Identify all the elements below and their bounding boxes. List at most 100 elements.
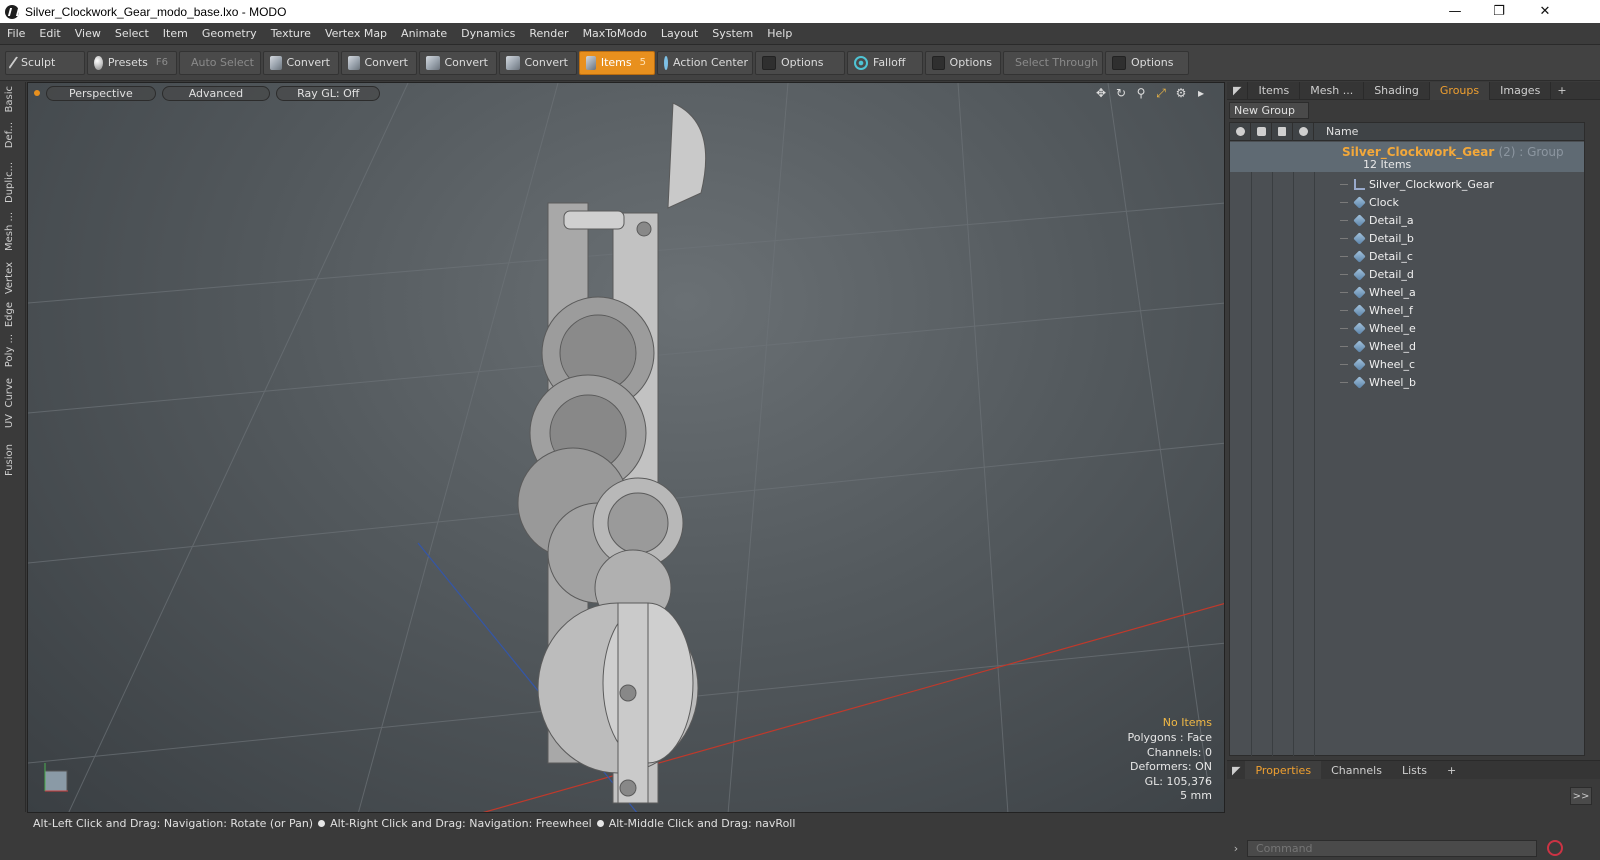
presets-button[interactable]: Presets F6 [87,50,177,75]
tab-channels[interactable]: Channels [1321,764,1392,777]
list-item[interactable]: Wheel_a [1340,286,1416,299]
tab-curve[interactable]: Curve [4,378,22,408]
record-macro-icon[interactable] [1547,840,1563,856]
sculpt-button[interactable]: Sculpt [5,50,85,75]
tab-mesh[interactable]: Mesh ... [1300,81,1365,100]
tab-fusion[interactable]: Fusion [4,444,22,476]
list-item[interactable]: Detail_a [1340,214,1414,227]
menu-render[interactable]: Render [522,27,575,40]
checkbox-icon [762,55,776,70]
menu-geometry[interactable]: Geometry [195,27,264,40]
list-item[interactable]: Wheel_d [1340,340,1416,353]
tab-deform[interactable]: Def... [4,122,22,148]
tab-lists[interactable]: Lists [1392,764,1437,777]
panel-menu-icon[interactable]: ◤ [1227,764,1245,777]
3d-viewport[interactable]: Perspective Advanced Ray GL: Off ✥ ↻ ⚲ ⤢… [27,82,1225,813]
menu-vertex-map[interactable]: Vertex Map [318,27,394,40]
command-input[interactable] [1247,839,1537,857]
tab-images[interactable]: Images [1490,81,1552,100]
view-type-dropdown[interactable]: Perspective [46,85,156,101]
menu-layout[interactable]: Layout [654,27,705,40]
new-group-button[interactable]: New Group [1229,102,1309,119]
mesh-icon [1353,232,1366,245]
list-item[interactable]: Detail_d [1340,268,1414,281]
list-item[interactable]: Wheel_f [1340,304,1413,317]
expand-arrow-icon[interactable]: ▸ [1194,86,1208,100]
name-column-header[interactable]: Name [1314,125,1358,138]
menu-texture[interactable]: Texture [264,27,318,40]
menu-system[interactable]: System [705,27,760,40]
raygl-toggle[interactable]: Ray GL: Off [276,85,381,101]
tab-duplicate[interactable]: Duplic... [4,162,22,203]
render-column[interactable] [1251,122,1272,141]
tab-basic[interactable]: Basic [4,86,22,112]
add-tab-icon[interactable]: + [1437,764,1466,777]
channels-info: Channels: 0 [1146,745,1212,759]
falloff-button[interactable]: Falloff [847,50,923,75]
convert-button-3[interactable]: Convert [419,50,497,75]
minimize-button[interactable]: — [1432,0,1478,23]
convert-button-2[interactable]: Convert [341,50,417,75]
list-item[interactable]: Clock [1340,196,1399,209]
panel-tabs: ◤ Items Mesh ... Shading Groups Images + [1227,81,1600,100]
tab-uv[interactable]: UV [4,414,22,428]
convert-button-1[interactable]: Convert [263,50,339,75]
eye-icon [1235,127,1245,136]
tab-edge[interactable]: Edge [4,302,22,327]
list-item[interactable]: Silver_Clockwork_Gear [1340,178,1494,191]
menu-view[interactable]: View [68,27,108,40]
convert-button-4[interactable]: Convert [499,50,577,75]
options-button-1[interactable]: Options [755,50,845,75]
select-through-button[interactable]: Select Through [1003,50,1103,75]
tab-shading[interactable]: Shading [1364,81,1430,100]
rotate-view-icon[interactable]: ↻ [1114,86,1128,100]
add-tab-icon[interactable]: + [1551,82,1572,100]
tab-properties[interactable]: Properties [1245,761,1322,779]
list-item[interactable]: Detail_b [1340,232,1414,245]
menu-item[interactable]: Item [156,27,195,40]
tab-vertex[interactable]: Vertex [4,262,22,294]
move-view-icon[interactable]: ✥ [1094,86,1108,100]
menu-select[interactable]: Select [108,27,156,40]
tab-polygon[interactable]: Poly ... [4,334,22,367]
menu-dynamics[interactable]: Dynamics [454,27,522,40]
action-center-button[interactable]: Action Center [657,50,753,75]
shading-dropdown[interactable]: Advanced [161,85,271,101]
viewport-menu-dot[interactable] [34,90,40,96]
zoom-view-icon[interactable]: ⚲ [1134,86,1148,100]
menu-file[interactable]: File [0,27,32,40]
expand-properties-button[interactable]: >> [1570,787,1592,805]
menu-maxtomodo[interactable]: MaxToModo [576,27,654,40]
menu-edit[interactable]: Edit [32,27,67,40]
auto-select-button[interactable]: Auto Select [179,50,261,75]
maximize-button[interactable]: ❐ [1476,0,1522,23]
lock-column[interactable] [1272,122,1293,141]
mesh-icon [1353,250,1366,263]
main-toolbar: Sculpt Presets F6 Auto Select Convert Con… [0,45,1600,81]
settings-gear-icon[interactable]: ⚙ [1174,86,1188,100]
visibility-column[interactable] [1230,122,1251,141]
options-button-2[interactable]: Options [925,50,1001,75]
group-name[interactable]: Silver_Clockwork_Gear (2) : Group [1342,145,1564,159]
select-column[interactable] [1293,122,1314,141]
status-hint-freewheel: Alt-Right Click and Drag: Navigation: Fr… [330,817,592,830]
list-item[interactable]: Wheel_b [1340,376,1416,389]
groups-panel: ◤ Items Mesh ... Shading Groups Images +… [1227,81,1600,760]
menu-animate[interactable]: Animate [394,27,454,40]
command-history-icon[interactable]: › [1227,842,1245,855]
menu-help[interactable]: Help [760,27,799,40]
modo-logo-icon [5,4,19,19]
list-item[interactable]: Wheel_e [1340,322,1416,335]
status-hint-roll: Alt-Middle Click and Drag: navRoll [608,817,796,830]
column-dividers [1230,142,1315,756]
options-button-3[interactable]: Options [1105,50,1189,75]
list-item[interactable]: Wheel_c [1340,358,1415,371]
fit-view-icon[interactable]: ⤢ [1154,86,1168,100]
panel-menu-icon[interactable]: ◤ [1227,81,1249,100]
tab-groups[interactable]: Groups [1429,81,1491,100]
list-item[interactable]: Detail_c [1340,250,1413,263]
close-button[interactable]: ✕ [1522,0,1568,23]
items-mode-button[interactable]: Items 5 [579,50,655,75]
tab-mesh-edit[interactable]: Mesh ... [4,212,22,251]
tab-items[interactable]: Items [1248,81,1301,100]
